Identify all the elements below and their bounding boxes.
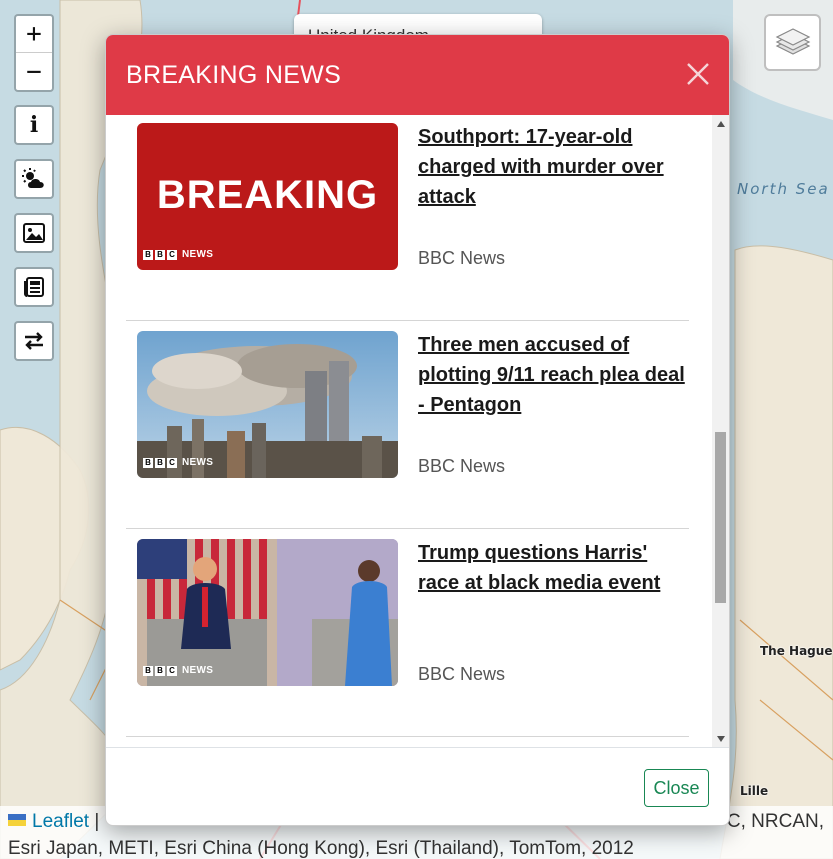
modal-footer: Close xyxy=(106,747,729,825)
scroll-down-arrow-icon[interactable] xyxy=(712,730,729,747)
modal-scrollbar[interactable] xyxy=(712,115,729,747)
weather-button[interactable] xyxy=(14,159,54,199)
attribution-separator: | xyxy=(94,811,100,832)
scrollbar-thumb[interactable] xyxy=(715,432,726,603)
news-item[interactable]: BREAKING B B C NEWS Southport: 17-year-old … xyxy=(126,115,689,321)
zoom-out-button[interactable]: − xyxy=(16,53,52,90)
interview-image xyxy=(137,539,398,686)
layers-icon xyxy=(775,27,810,55)
scroll-up-arrow-icon[interactable] xyxy=(712,115,729,132)
breaking-image-text: BREAKING xyxy=(156,173,379,217)
bbc-news-logo: B B C NEWS xyxy=(143,249,213,260)
zoom-control: + − xyxy=(14,14,54,92)
city-label-lille: Lille xyxy=(740,784,769,798)
news-headline[interactable]: Southport: 17-year-old charged with murd… xyxy=(418,122,688,212)
attribution-line1-tail: C, NRCAN, xyxy=(726,811,824,832)
swap-arrows-icon xyxy=(25,332,43,350)
info-button[interactable]: i xyxy=(14,105,54,145)
swap-button[interactable] xyxy=(14,321,54,361)
news-divider xyxy=(126,736,689,737)
bbc-news-logo: B B C NEWS xyxy=(143,457,213,468)
news-thumbnail[interactable]: B B C NEWS xyxy=(137,539,398,686)
news-source: BBC News xyxy=(418,664,506,684)
news-source: BBC News xyxy=(418,248,506,268)
bbc-news-logo: B B C NEWS xyxy=(143,665,213,676)
wtc-smoke-image xyxy=(137,331,398,478)
info-icon: i xyxy=(29,112,39,138)
city-label-the-hague: The Hague xyxy=(760,644,833,658)
breaking-news-modal: BREAKING NEWS BREAKING B B C NEWS Southport… xyxy=(105,34,730,826)
layers-button[interactable] xyxy=(764,14,821,71)
news-item[interactable]: B B C NEWS Three men accused of plotting 9/… xyxy=(126,321,689,529)
news-headline[interactable]: Three men accused of plotting 9/11 reach… xyxy=(418,330,688,420)
sea-label: North Sea xyxy=(737,180,830,198)
modal-header: BREAKING NEWS xyxy=(106,35,729,115)
close-icon[interactable] xyxy=(685,61,711,87)
modal-title: BREAKING NEWS xyxy=(126,60,342,89)
ukraine-flag-icon xyxy=(8,814,26,826)
modal-body[interactable]: BREAKING B B C NEWS Southport: 17-year-old … xyxy=(106,115,729,747)
zoom-in-button[interactable]: + xyxy=(16,16,52,53)
close-button[interactable]: Close xyxy=(644,769,709,807)
image-button[interactable] xyxy=(14,213,54,253)
news-thumbnail[interactable]: BREAKING B B C NEWS xyxy=(137,123,398,270)
news-source: BBC News xyxy=(418,456,506,476)
image-icon xyxy=(23,223,45,243)
leaflet-link[interactable]: Leaflet xyxy=(32,811,89,832)
news-thumbnail[interactable]: B B C NEWS xyxy=(137,331,398,478)
attribution-line2: Esri Japan, METI, Esri China (Hong Kong)… xyxy=(8,838,634,859)
news-item[interactable]: B B C NEWS Trump questions Harris' race at … xyxy=(126,529,689,737)
news-headline[interactable]: Trump questions Harris' race at black me… xyxy=(418,538,688,598)
news-button[interactable] xyxy=(14,267,54,307)
weather-icon xyxy=(22,168,44,188)
newspaper-icon xyxy=(24,277,44,297)
